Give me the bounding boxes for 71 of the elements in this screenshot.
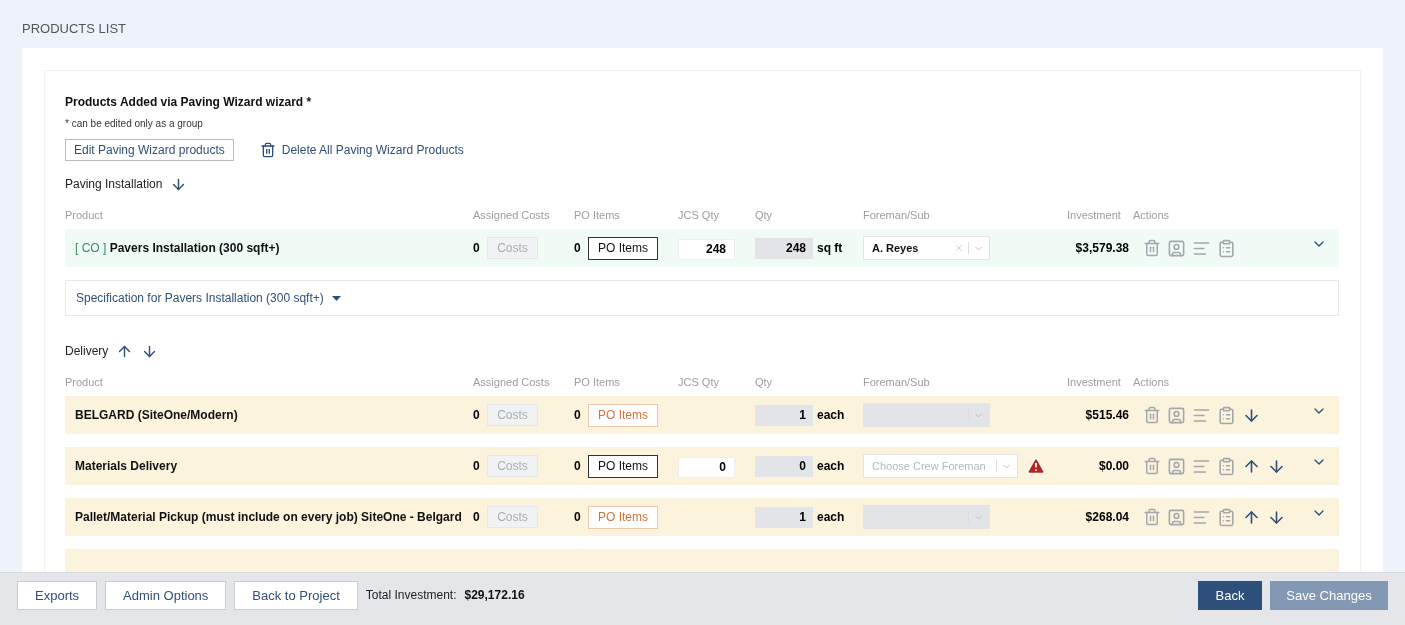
column-header: Assigned Costs — [473, 374, 551, 390]
trash-icon[interactable] — [259, 142, 276, 158]
column-header: Foreman/Sub — [863, 207, 931, 223]
product-name: Materials Delivery — [74, 458, 179, 475]
contact-icon[interactable] — [1167, 238, 1186, 258]
jcs-qty-field[interactable]: 248 — [678, 238, 735, 260]
wizard-note: * can be edited only as a group — [65, 117, 204, 131]
product-name: [ CO ] Pavers Installation (300 sqft+) — [74, 240, 281, 257]
product-name: BELGARD (SiteOne/Modern) — [74, 407, 239, 424]
edit-wizard-button[interactable]: Edit Paving Wizard products — [65, 139, 234, 161]
column-header: Actions — [1133, 207, 1171, 223]
column-header: JCS Qty — [678, 207, 720, 223]
unit-label: sq ft — [817, 240, 843, 257]
column-header: Investment — [1067, 374, 1122, 390]
column-header: Qty — [755, 374, 774, 390]
delete-all-link[interactable]: Delete All Paving Wizard Products — [281, 141, 464, 159]
contact-icon[interactable] — [1167, 507, 1186, 527]
section-title: Delivery — [65, 343, 109, 360]
costs-count: 0 — [473, 509, 481, 526]
column-header: Actions — [1133, 374, 1171, 390]
column-header: Assigned Costs — [473, 207, 551, 223]
investment-value: $268.04 — [1084, 509, 1130, 526]
clipboard-icon[interactable] — [1217, 507, 1236, 527]
investment-value: $3,579.38 — [1074, 240, 1130, 257]
jcs-qty-field[interactable]: 0 — [678, 456, 735, 478]
investment-value: $0.00 — [1097, 458, 1130, 475]
column-header: Product — [65, 374, 104, 390]
footer-button[interactable]: Exports — [17, 581, 98, 610]
footer-button[interactable]: Back to Project — [234, 581, 358, 610]
contact-icon[interactable] — [1167, 405, 1186, 425]
costs-count: 0 — [473, 240, 481, 257]
costs-count: 0 — [473, 407, 481, 424]
column-header: PO Items — [574, 374, 621, 390]
total-label: Total Investment: — [365, 587, 457, 604]
po-items-button[interactable]: PO Items — [588, 236, 658, 260]
column-header: PO Items — [574, 207, 621, 223]
qty-field[interactable]: 248 — [755, 237, 813, 259]
section-title: Paving Installation — [65, 176, 163, 193]
page-title: PRODUCTS LIST — [22, 20, 127, 36]
investment-value: $515.46 — [1084, 407, 1130, 424]
wizard-title: Products Added via Paving Wizard wizard * — [65, 94, 313, 111]
qty-field[interactable]: 1 — [755, 506, 813, 528]
contact-icon[interactable] — [1167, 456, 1186, 476]
back-button[interactable]: Back — [1198, 581, 1262, 610]
column-header: Product — [65, 207, 104, 223]
foreman-select[interactable]: A. Reyes — [863, 236, 990, 260]
qty-field[interactable]: 1 — [755, 404, 813, 426]
clipboard-icon[interactable] — [1217, 405, 1236, 425]
footer-button[interactable]: Admin Options — [105, 581, 227, 610]
clear-icon[interactable] — [954, 243, 964, 253]
clipboard-icon[interactable] — [1217, 238, 1236, 258]
costs-count: 0 — [473, 458, 481, 475]
caret-icon — [331, 295, 341, 301]
total-value: $29,172.16 — [464, 587, 525, 604]
po-count: 0 — [574, 509, 582, 526]
column-header: JCS Qty — [678, 374, 720, 390]
column-header: Investment — [1067, 207, 1122, 223]
unit-label: each — [817, 407, 845, 424]
unit-label: each — [817, 458, 845, 475]
po-count: 0 — [574, 240, 582, 257]
clipboard-icon[interactable] — [1217, 456, 1236, 476]
po-count: 0 — [574, 407, 582, 424]
column-header: Qty — [755, 207, 774, 223]
specification-panel[interactable]: Specification for Pavers Installation (300 sqft+) — [65, 280, 1339, 316]
qty-field[interactable]: 0 — [755, 455, 813, 477]
unit-label: each — [817, 509, 845, 526]
po-items-button[interactable]: PO Items — [588, 454, 658, 478]
specification-label: Specification for Pavers Installation (300 sqft+) — [76, 290, 324, 307]
column-header: Foreman/Sub — [863, 374, 931, 390]
product-name: Pallet/Material Pickup (must include on every job) SiteOne - Belgard — [74, 509, 463, 526]
po-count: 0 — [574, 458, 582, 475]
